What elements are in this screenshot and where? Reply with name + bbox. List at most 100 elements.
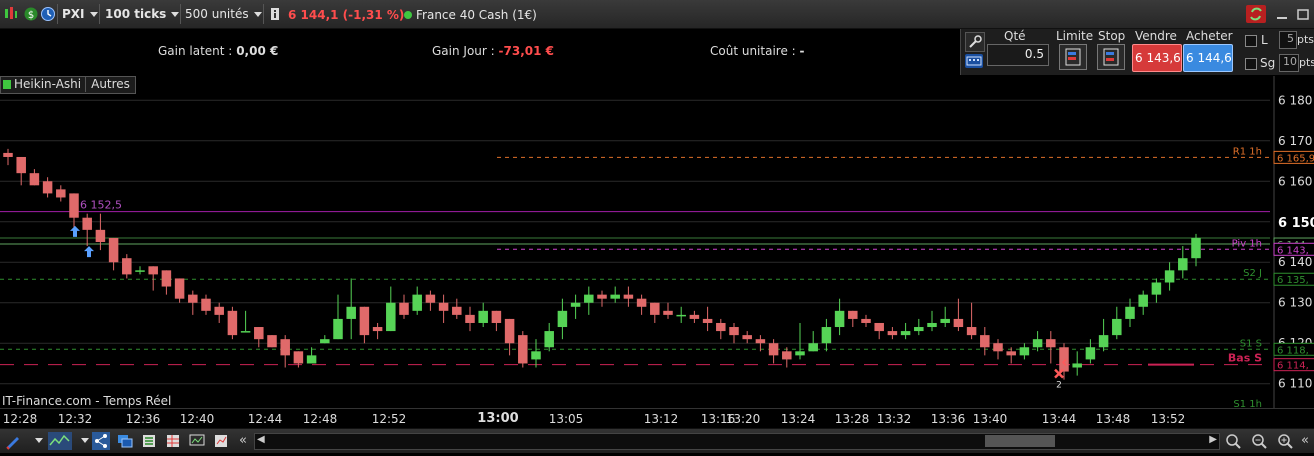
y-tick-label: 6 160	[1278, 174, 1312, 188]
scroll-right-icon[interactable]: ▶	[1209, 434, 1217, 445]
candle-body	[372, 327, 383, 332]
pen-icon[interactable]	[4, 432, 22, 450]
pts-input-2[interactable]: 10	[1279, 54, 1299, 72]
dropdown-arrow-icon[interactable]	[30, 432, 43, 450]
scroll-left-icon[interactable]: ◀	[257, 434, 265, 445]
heikin-ashi-tab[interactable]: Heikin-Ashi	[1, 77, 87, 92]
wrench-icon[interactable]	[965, 32, 985, 52]
candle-body	[861, 318, 871, 323]
time-tick-label: 13:44	[1041, 412, 1077, 426]
indicator-icon[interactable]	[48, 432, 72, 450]
time-tick-label: 13:05	[548, 412, 584, 426]
limit-label: Limite	[1056, 29, 1094, 43]
sell-label: Vendre	[1135, 29, 1177, 43]
candle-body	[161, 270, 172, 287]
candle-body	[1138, 294, 1148, 307]
gain-latent-value: 0,00 €	[236, 44, 279, 58]
checkbox-sg[interactable]	[1245, 58, 1257, 70]
chart-type-icon[interactable]	[4, 6, 18, 22]
refresh-icon[interactable]	[1246, 5, 1266, 23]
chart-canvas[interactable]: 6 1806 1706 1606 1406 1306 1206 110R1 1h…	[0, 76, 1314, 408]
dropdown-arrow-icon-2[interactable]	[76, 432, 89, 450]
order-panel: Qté 0.5 Limite Stop Vendre 6 143,6 Achet…	[960, 29, 1314, 75]
dollar-icon[interactable]: $	[24, 5, 38, 23]
scroll-thumb[interactable]	[985, 435, 1055, 447]
collapse-icon[interactable]: «	[236, 432, 250, 450]
collapse-right-icon[interactable]: «	[1298, 432, 1312, 450]
candle-body	[584, 294, 594, 303]
stop-label: Stop	[1098, 29, 1126, 43]
monitor-icon[interactable]	[188, 432, 206, 450]
candle-body	[980, 335, 990, 348]
candle-body	[940, 318, 950, 323]
candle-body	[95, 229, 106, 242]
top-toolbar: $ PXI 100 ticks 500 unités 6 144,1 (-1,3…	[0, 0, 1314, 29]
share-icon[interactable]	[92, 432, 110, 450]
zoom-out-icon[interactable]	[1250, 432, 1268, 450]
table-icon[interactable]	[164, 432, 182, 450]
units-dropdown[interactable]: 500 unités	[185, 5, 262, 23]
candle-body	[742, 335, 752, 340]
horizontal-scrollbar[interactable]: ◀ ▶	[254, 433, 1220, 450]
level-price-label: 6 114,	[1277, 361, 1309, 372]
limit-order-button[interactable]	[1059, 44, 1087, 70]
pts-input-1[interactable]: 5	[1279, 31, 1297, 49]
candle-body	[56, 189, 66, 198]
chart-settings-icon[interactable]	[212, 432, 230, 450]
candle-body	[201, 298, 211, 311]
time-tick-label: 13:48	[1095, 412, 1131, 426]
candle-body	[887, 331, 898, 336]
checkbox-l[interactable]	[1245, 35, 1257, 47]
last-price-label: 6 150	[1278, 216, 1314, 231]
qty-label: Qté	[1004, 29, 1026, 43]
symbol-dropdown[interactable]: PXI	[62, 5, 98, 23]
time-tick-label: 12:32	[57, 412, 93, 426]
candle-body	[42, 181, 53, 194]
zoom-fit-icon[interactable]	[1224, 432, 1242, 450]
windows-icon[interactable]	[116, 432, 134, 450]
time-tick-label: 13:32	[876, 412, 912, 426]
list-icon[interactable]	[140, 432, 158, 450]
candle-body	[650, 302, 660, 315]
timeframe-dropdown[interactable]: 100 ticks	[105, 5, 180, 23]
candle-body	[702, 318, 713, 323]
candle-body	[993, 343, 1003, 352]
candle-body	[1059, 347, 1069, 372]
clock-icon[interactable]	[40, 6, 56, 22]
keyboard-icon[interactable]	[965, 54, 983, 68]
time-tick-label: 12:36	[125, 412, 161, 426]
candle-body	[240, 331, 251, 333]
candle-body	[399, 302, 409, 315]
buy-arrow-icon	[70, 225, 80, 237]
candle-body	[623, 294, 634, 299]
candle-body	[914, 327, 924, 332]
sell-price: 6 143,6	[1135, 51, 1181, 65]
qty-input[interactable]: 0.5	[987, 44, 1049, 66]
stop-order-button[interactable]	[1097, 44, 1125, 70]
restore-icon[interactable]	[1296, 7, 1310, 21]
y-tick-label: 6 170	[1278, 134, 1312, 148]
autres-tab[interactable]: Autres	[86, 77, 135, 92]
info-icon[interactable]	[270, 8, 280, 20]
candle-body	[478, 310, 488, 323]
gain-jour: Gain Jour : -73,01 €	[432, 44, 554, 58]
price-chart[interactable]: 6 1806 1706 1606 1406 1306 1206 110R1 1h…	[0, 76, 1314, 408]
candle-body	[610, 294, 620, 299]
candle-body	[188, 294, 198, 303]
candle-body	[174, 278, 185, 299]
candle-body	[1098, 335, 1109, 348]
candle-body	[465, 314, 475, 323]
close-marker-icon	[1054, 368, 1064, 379]
buy-arrow-icon	[84, 246, 94, 258]
sell-button[interactable]: 6 143,6	[1132, 44, 1182, 72]
candle-body	[3, 152, 13, 157]
candle-body	[1112, 318, 1122, 336]
time-tick-label: 13:12	[643, 412, 679, 426]
buy-button[interactable]: 6 144,6	[1183, 44, 1233, 72]
cout-unitaire-value: -	[799, 44, 805, 58]
pts-value-2: 10	[1283, 55, 1297, 68]
candle-body	[518, 335, 528, 364]
candle-body	[676, 314, 686, 317]
minimize-icon[interactable]	[1276, 7, 1288, 21]
zoom-in-icon[interactable]	[1276, 432, 1294, 450]
